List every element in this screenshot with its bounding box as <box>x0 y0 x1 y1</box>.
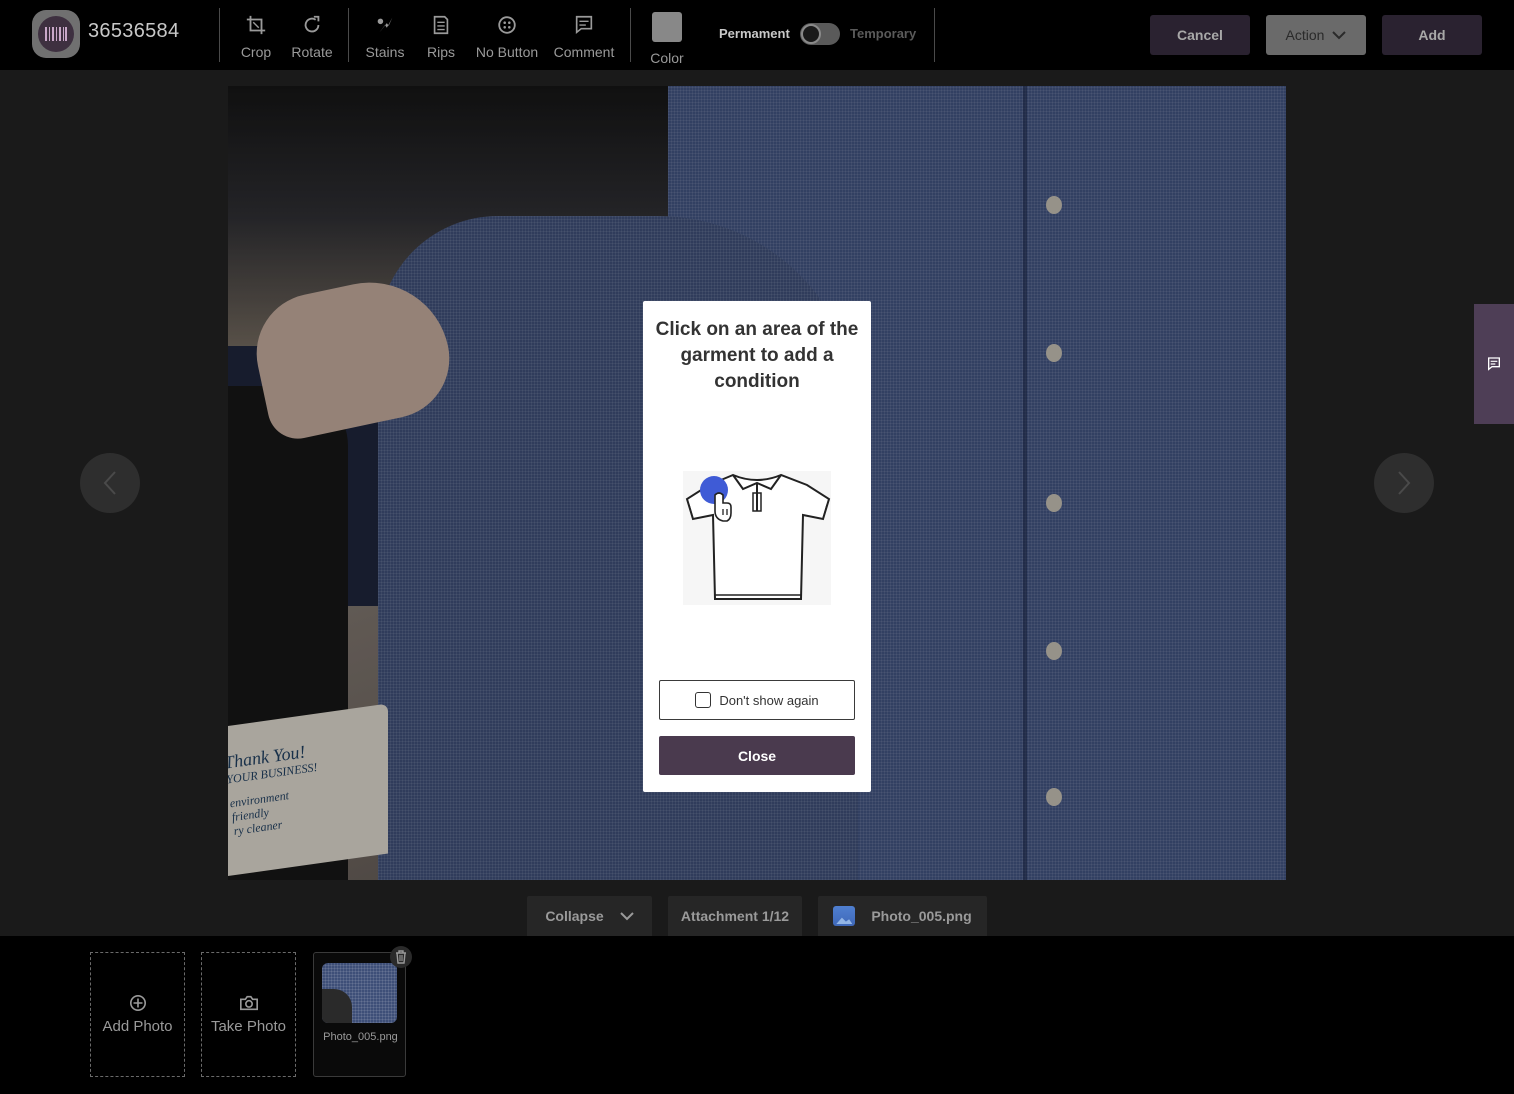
rotate-tool[interactable]: Rotate <box>290 14 334 66</box>
attachment-counter-label: Attachment 1/12 <box>680 908 790 924</box>
rips-label: Rips <box>426 44 455 60</box>
collapse-tab[interactable]: Collapse <box>527 896 652 936</box>
comments-side-tab[interactable] <box>1474 304 1514 424</box>
chevron-down-icon <box>619 912 634 921</box>
stains-label: Stains <box>365 44 405 60</box>
crop-label: Crop <box>240 44 272 60</box>
thumbnail-label: Photo_005.png <box>323 1031 398 1043</box>
next-photo-button[interactable] <box>1374 453 1434 513</box>
color-tool[interactable]: Color <box>648 12 686 66</box>
rotate-label: Rotate <box>291 44 333 60</box>
chevron-down-icon <box>1332 31 1347 40</box>
add-label: Add <box>1418 27 1446 43</box>
condition-hint-modal: Click on an area of the garment to add a… <box>643 301 871 792</box>
toggle-knob <box>801 24 821 44</box>
color-label: Color <box>650 50 684 66</box>
delete-photo-button[interactable] <box>390 946 412 968</box>
action-label: Action <box>1285 27 1325 43</box>
comment-icon <box>575 15 593 35</box>
chevron-right-icon <box>1398 471 1411 495</box>
temporary-label: Temporary <box>850 26 917 41</box>
crop-tool[interactable]: Crop <box>238 14 274 66</box>
chevron-left-icon <box>103 471 116 495</box>
toolbar-divider <box>348 8 349 62</box>
camera-icon <box>239 995 258 1011</box>
permanent-label: Permament <box>719 26 790 41</box>
barcode-logo-icon <box>32 10 80 58</box>
stain-icon <box>377 17 393 33</box>
polo-shirt-icon <box>685 473 831 600</box>
collapse-label: Collapse <box>545 908 604 924</box>
current-file-tab[interactable]: Photo_005.png <box>818 896 987 936</box>
shirt-illustration <box>683 471 831 605</box>
crop-icon <box>246 15 266 35</box>
cancel-button[interactable]: Cancel <box>1150 15 1250 55</box>
checkbox-box[interactable] <box>695 692 712 708</box>
add-photo-button[interactable]: Add Photo <box>90 952 185 1077</box>
trash-icon <box>396 950 406 964</box>
permanent-temporary-toggle[interactable] <box>800 23 840 45</box>
photo-thumbnail[interactable]: Photo_005.png <box>313 952 406 1077</box>
current-file-label: Photo_005.png <box>871 908 972 924</box>
modal-title: Click on an area of the garment to add a… <box>655 319 859 392</box>
no-button-tool[interactable]: No Button <box>476 14 538 66</box>
close-label: Close <box>737 747 777 764</box>
rip-icon <box>433 15 449 35</box>
attachments-strip: Add Photo Take Photo Photo_005.png <box>0 936 1514 1094</box>
dont-show-again-label: Don't show again <box>719 692 819 708</box>
no-button-icon <box>498 16 516 34</box>
comment-icon <box>1488 357 1500 371</box>
color-swatch <box>652 12 682 42</box>
attachment-counter: Attachment 1/12 <box>668 896 802 936</box>
no-button-label: No Button <box>475 44 539 60</box>
take-photo-label: Take Photo <box>210 1018 287 1035</box>
top-toolbar: 36536584 Crop Rotate Stains Rips No Butt… <box>0 0 1514 70</box>
rotate-icon <box>304 15 320 33</box>
rips-tool[interactable]: Rips <box>425 14 457 66</box>
plus-circle-icon <box>129 994 146 1012</box>
take-photo-button[interactable]: Take Photo <box>201 952 296 1077</box>
comment-tool[interactable]: Comment <box>554 14 614 66</box>
add-photo-label: Add Photo <box>102 1018 173 1035</box>
stains-tool[interactable]: Stains <box>364 14 406 66</box>
toolbar-divider <box>219 8 220 62</box>
cancel-label: Cancel <box>1177 27 1223 43</box>
toolbar-divider <box>934 8 935 62</box>
previous-photo-button[interactable] <box>80 453 140 513</box>
toolbar-divider <box>630 8 631 62</box>
thumbnail-image <box>322 963 397 1023</box>
ticket-number: 36536584 <box>88 20 180 42</box>
close-button[interactable]: Close <box>659 736 855 775</box>
add-button[interactable]: Add <box>1382 15 1482 55</box>
action-dropdown[interactable]: Action <box>1266 15 1366 55</box>
dont-show-again-checkbox[interactable]: Don't show again <box>659 680 855 720</box>
comment-label: Comment <box>553 44 615 60</box>
image-file-icon <box>833 906 856 926</box>
